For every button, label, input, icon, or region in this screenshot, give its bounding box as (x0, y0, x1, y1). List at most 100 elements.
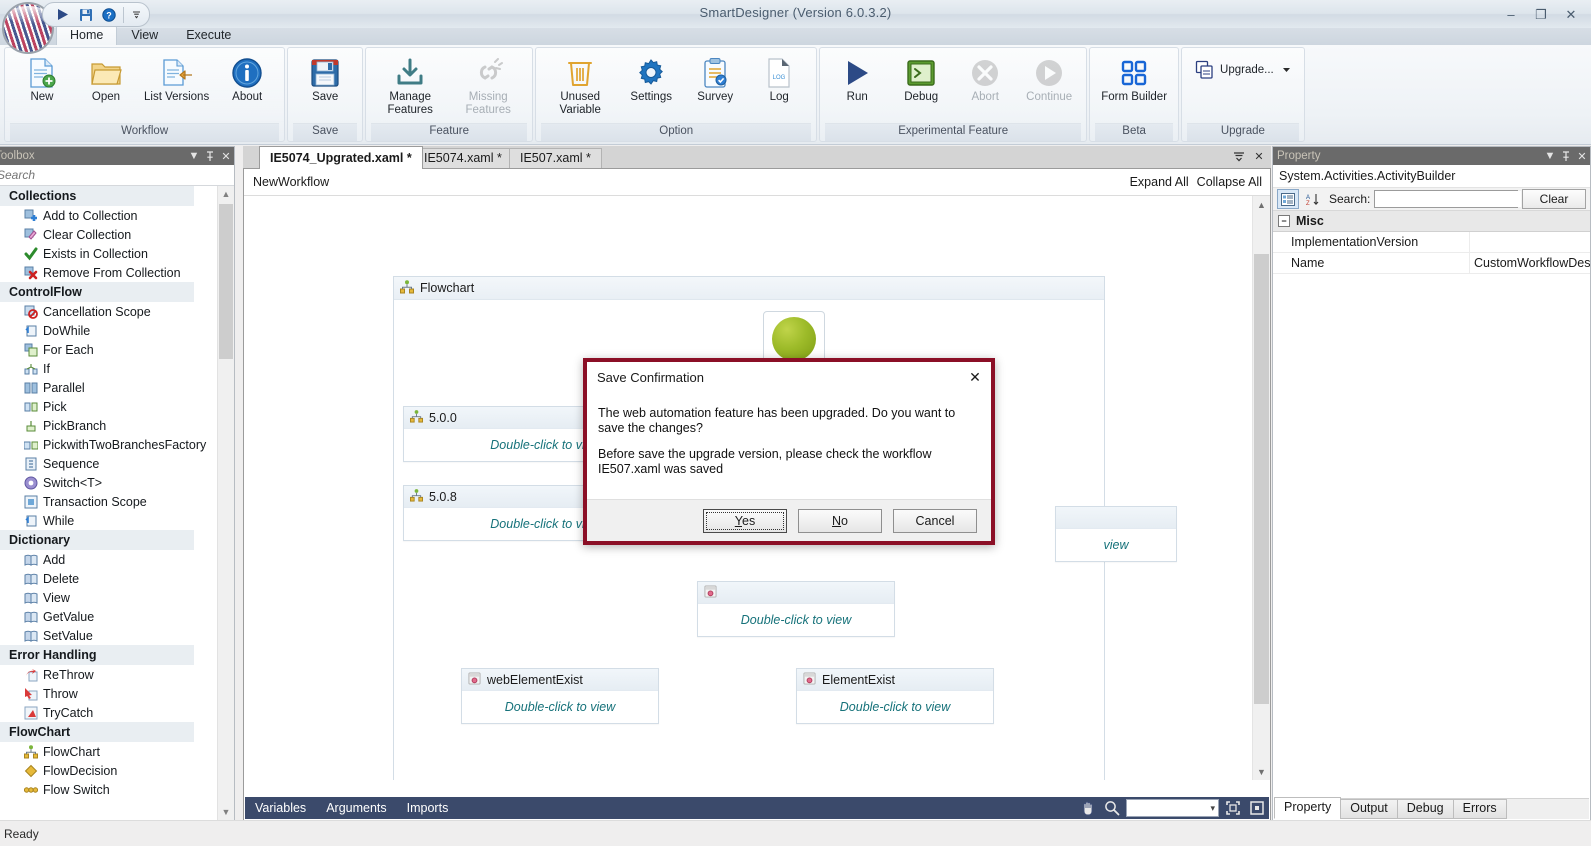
document-tab-ie507[interactable]: IE507.xaml * (509, 148, 602, 169)
save-button[interactable]: Save (293, 52, 357, 107)
ribbon-tab-view[interactable]: View (117, 25, 172, 45)
toolbox-scroll-thumb[interactable] (219, 204, 233, 359)
collapse-all-link[interactable]: Collapse All (1193, 175, 1266, 189)
node-body[interactable]: Double-click to view (462, 691, 658, 723)
zoom-level-dropdown[interactable]: ▾ (1126, 799, 1219, 817)
toolbox-item-flow-switch[interactable]: Flow Switch (0, 780, 218, 799)
toolbox-scrollbar[interactable]: ▲ ▼ (217, 186, 234, 820)
toolbox-group-collections[interactable]: ▾ Collections (0, 186, 194, 206)
canvas-scrollbar[interactable]: ▲ ▼ (1252, 196, 1270, 780)
run-button[interactable]: Run (825, 52, 889, 107)
ribbon-tab-execute[interactable]: Execute (172, 25, 245, 45)
about-button[interactable]: About (215, 52, 279, 107)
toolbox-item-dictionary-view[interactable]: View (0, 588, 218, 607)
canvas-scroll-thumb[interactable] (1254, 254, 1269, 704)
tab-debug[interactable]: Debug (1397, 799, 1454, 819)
tab-property[interactable]: Property (1274, 797, 1341, 819)
dialog-close-icon[interactable]: ✕ (963, 365, 987, 389)
zoom-magnifier-icon[interactable] (1100, 797, 1124, 819)
close-button[interactable]: ✕ (1557, 3, 1585, 25)
toolbox-item-clear-collection[interactable]: Clear Collection (0, 225, 218, 244)
toolbox-item-pick[interactable]: Pick (0, 397, 218, 416)
categorize-icon[interactable] (1277, 189, 1299, 209)
qat-run-icon[interactable] (51, 4, 74, 25)
tab-errors[interactable]: Errors (1453, 799, 1507, 819)
log-button[interactable]: LOG Log (747, 52, 811, 107)
toolbox-item-cancellation-scope[interactable]: Cancellation Scope (0, 302, 218, 321)
dialog-no-button[interactable]: No (798, 509, 882, 533)
toolbox-item-flowdecision[interactable]: FlowDecision (0, 761, 218, 780)
toolbox-item-flowchart[interactable]: FlowChart (0, 742, 218, 761)
property-close-icon[interactable]: ✕ (1574, 148, 1590, 164)
toolbox-item-add-to-collection[interactable]: Add to Collection (0, 206, 218, 225)
property-category-misc[interactable]: − Misc (1273, 211, 1590, 232)
missing-features-button[interactable]: Missing Features (449, 52, 527, 119)
list-versions-button[interactable]: List Versions (138, 52, 215, 107)
survey-button[interactable]: Survey (683, 52, 747, 107)
continue-button[interactable]: Continue (1017, 52, 1081, 107)
sort-alpha-icon[interactable]: AZ (1303, 190, 1323, 208)
property-search-box[interactable] (1374, 190, 1518, 208)
unused-variable-button[interactable]: Unused Variable (541, 52, 619, 119)
open-button[interactable]: Open (74, 52, 138, 107)
toolbox-item-dictionary-setvalue[interactable]: SetValue (0, 626, 218, 645)
toolbox-item-dictionary-delete[interactable]: Delete (0, 569, 218, 588)
minimize-button[interactable]: – (1497, 3, 1525, 25)
canvas-scroll-down-icon[interactable]: ▼ (1253, 763, 1270, 780)
tab-close-icon[interactable]: ✕ (1251, 148, 1267, 164)
manage-features-button[interactable]: Manage Features (371, 52, 449, 119)
toolbox-search-input[interactable] (0, 167, 234, 183)
document-tab-ie5074[interactable]: IE5074.xaml * (413, 148, 513, 169)
toolbox-item-trycatch[interactable]: TryCatch (0, 703, 218, 722)
canvas-scroll-up-icon[interactable]: ▲ (1253, 196, 1270, 213)
pan-hand-icon[interactable] (1076, 797, 1100, 819)
settings-button[interactable]: Settings (619, 52, 683, 107)
property-value[interactable]: CustomWorkflowDes (1470, 253, 1590, 273)
toolbox-item-transaction-scope[interactable]: Transaction Scope (0, 492, 218, 511)
dialog-yes-button[interactable]: Yes (703, 509, 787, 533)
qat-help-icon[interactable]: ? (97, 4, 120, 25)
property-value[interactable] (1470, 232, 1590, 252)
upgrade-button[interactable]: Upgrade... (1187, 54, 1299, 86)
flowchart-node-obscured-right[interactable]: view (1055, 506, 1177, 562)
toolbox-dropdown-icon[interactable]: ▼ (186, 148, 202, 164)
overview-icon[interactable] (1245, 797, 1269, 819)
imports-tab[interactable]: Imports (397, 801, 459, 815)
toolbox-group-error-handling[interactable]: ▾ Error Handling (0, 645, 194, 665)
toolbox-item-parallel[interactable]: Parallel (0, 378, 218, 397)
tab-output[interactable]: Output (1340, 799, 1398, 819)
abort-button[interactable]: Abort (953, 52, 1017, 107)
ribbon-tab-home[interactable]: Home (56, 25, 117, 45)
toolbox-close-icon[interactable]: ✕ (218, 148, 234, 164)
tab-list-icon[interactable] (1231, 148, 1247, 164)
toolbox-item-dowhile[interactable]: DoWhile (0, 321, 218, 340)
dialog-cancel-button[interactable]: Cancel (893, 509, 977, 533)
toolbox-scroll-up-icon[interactable]: ▲ (218, 186, 234, 202)
fit-to-screen-icon[interactable] (1221, 797, 1245, 819)
qat-save-icon[interactable] (74, 4, 97, 25)
toolbox-group-dictionary[interactable]: ▾ Dictionary (0, 530, 194, 550)
expand-all-link[interactable]: Expand All (1126, 175, 1193, 189)
property-clear-button[interactable]: Clear (1522, 189, 1586, 209)
toolbox-item-pickwithtwobranchesfactory[interactable]: PickwithTwoBranchesFactory (0, 435, 218, 454)
variables-tab[interactable]: Variables (245, 801, 316, 815)
property-row-name[interactable]: Name CustomWorkflowDes (1273, 253, 1590, 274)
toolbox-item-switch[interactable]: Switch<T> (0, 473, 218, 492)
qat-customize-chevron-down-icon[interactable] (127, 4, 145, 25)
flowchart-node-webelementexist[interactable]: webElementExist Double-click to view (461, 668, 659, 724)
toolbox-item-throw[interactable]: Throw (0, 684, 218, 703)
toolbox-item-pickbranch[interactable]: PickBranch (0, 416, 218, 435)
breadcrumb[interactable]: NewWorkflow (253, 175, 1126, 189)
arguments-tab[interactable]: Arguments (316, 801, 396, 815)
toolbox-item-sequence[interactable]: Sequence (0, 454, 218, 473)
toolbox-scroll-down-icon[interactable]: ▼ (218, 804, 234, 820)
toolbox-group-controlflow[interactable]: ▾ ControlFlow (0, 282, 194, 302)
upgrade-chevron-down-icon[interactable] (1282, 63, 1291, 77)
node-body[interactable]: Double-click to view (797, 691, 993, 723)
flowchart-node-middle[interactable]: Double-click to view (697, 581, 895, 637)
property-row-implementationversion[interactable]: ImplementationVersion (1273, 232, 1590, 253)
toolbox-item-if[interactable]: If (0, 359, 218, 378)
toolbox-item-while[interactable]: While (0, 511, 218, 530)
toolbox-item-remove-from-collection[interactable]: Remove From Collection (0, 263, 218, 282)
form-builder-button[interactable]: Form Builder (1095, 52, 1173, 107)
